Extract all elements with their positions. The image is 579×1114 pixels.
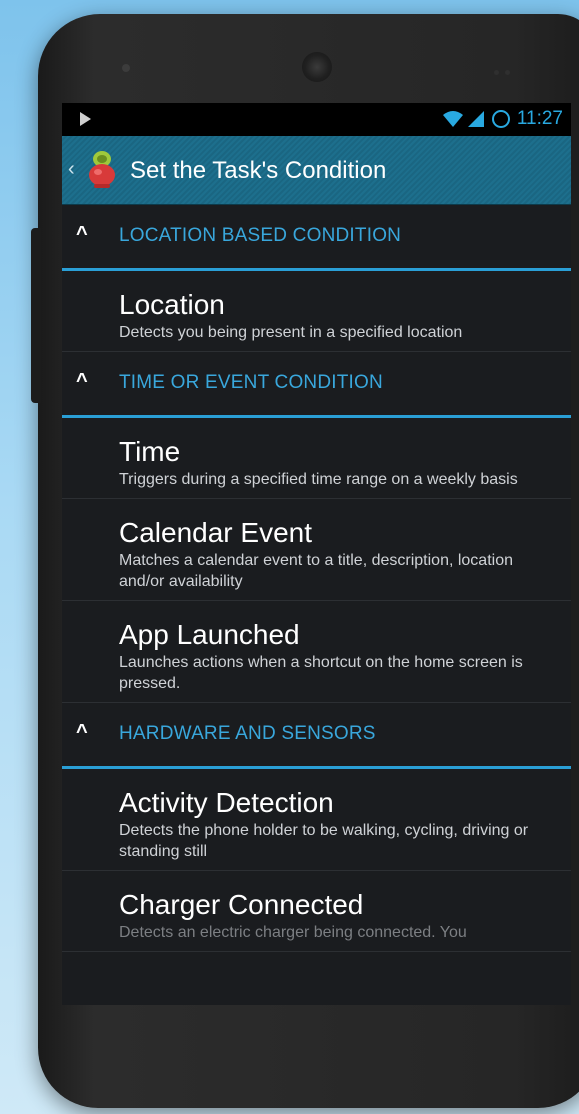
list-item-location[interactable]: Location Detects you being present in a … — [62, 271, 571, 352]
list-item-app-launched[interactable]: App Launched Launches actions when a sho… — [62, 601, 571, 703]
list-item-charger-connected[interactable]: Charger Connected Detects an electric ch… — [62, 871, 571, 952]
item-title: App Launched — [119, 619, 300, 650]
status-bar: 11:27 — [62, 103, 571, 136]
list-item-calendar-event[interactable]: Calendar Event Matches a calendar event … — [62, 499, 571, 601]
item-title: Activity Detection — [119, 787, 334, 818]
section-header-time-event[interactable]: ^ TIME OR EVENT CONDITION — [62, 352, 571, 418]
item-title: Charger Connected — [119, 889, 364, 920]
sensor-dots — [494, 62, 520, 75]
battery-ring-icon — [491, 110, 510, 128]
item-title: Location — [119, 289, 225, 320]
list-item-activity-detection[interactable]: Activity Detection Detects the phone hol… — [62, 769, 571, 871]
item-description: Matches a calendar event to a title, des… — [119, 552, 513, 590]
app-logo-icon[interactable] — [86, 150, 118, 190]
status-icons: 11:27 — [442, 108, 563, 130]
item-description: Detects the phone holder to be walking, … — [119, 822, 529, 860]
signal-icon — [467, 111, 484, 127]
screen: 11:27 ‹ Set the Task's Condition ^ LOCAT… — [62, 103, 571, 1005]
phone-side-button — [31, 228, 41, 403]
item-title: Time — [119, 436, 181, 467]
section-header-hardware-sensors[interactable]: ^ HARDWARE AND SENSORS — [62, 703, 571, 769]
chevron-up-icon: ^ — [76, 721, 88, 743]
wifi-icon — [442, 111, 463, 127]
section-header-location[interactable]: ^ LOCATION BASED CONDITION — [62, 205, 571, 271]
play-icon — [80, 112, 91, 126]
bottom-bezel — [62, 1005, 571, 1065]
action-bar: ‹ Set the Task's Condition — [62, 136, 571, 205]
list-item-time[interactable]: Time Triggers during a specified time ra… — [62, 418, 571, 499]
item-description: Detects you being present in a specified… — [119, 324, 463, 341]
section-label: TIME OR EVENT CONDITION — [119, 372, 383, 393]
section-label: HARDWARE AND SENSORS — [119, 723, 376, 744]
section-label: LOCATION BASED CONDITION — [119, 225, 402, 246]
front-camera — [302, 52, 332, 82]
item-description: Triggers during a specified time range o… — [119, 471, 518, 488]
chevron-up-icon: ^ — [76, 223, 88, 245]
item-description: Launches actions when a shortcut on the … — [119, 654, 523, 692]
back-icon[interactable]: ‹ — [68, 158, 75, 181]
proximity-sensor — [122, 64, 130, 72]
page-title: Set the Task's Condition — [130, 157, 387, 184]
item-description: Detects an electric charger being connec… — [119, 924, 467, 941]
chevron-up-icon: ^ — [76, 370, 88, 392]
item-title: Calendar Event — [119, 517, 313, 548]
status-time: 11:27 — [516, 108, 563, 129]
